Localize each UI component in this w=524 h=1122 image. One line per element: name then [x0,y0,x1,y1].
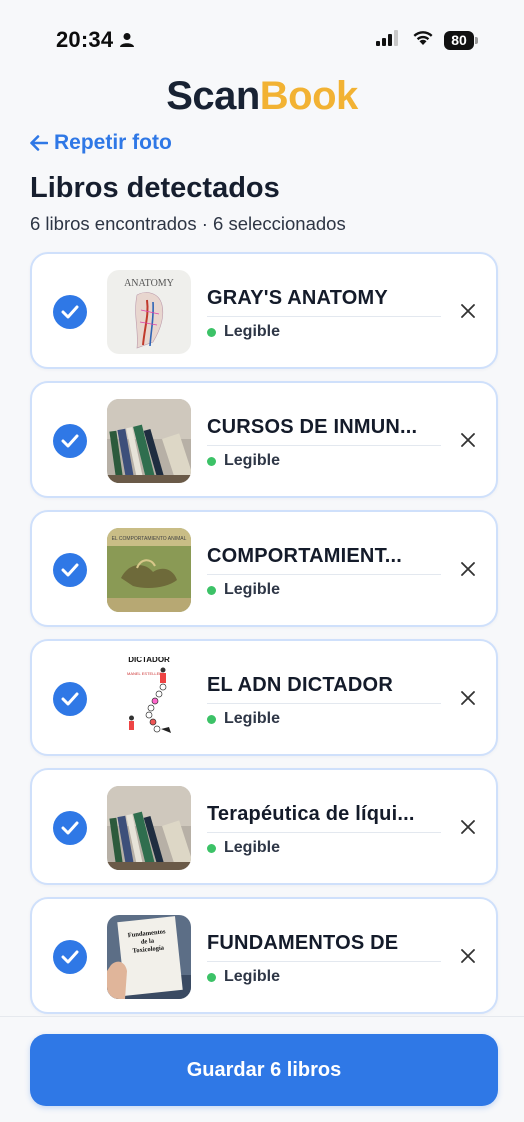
book-title: FUNDAMENTOS DE [207,932,441,962]
status-label: Legible [224,452,281,469]
svg-text:de la: de la [141,937,156,945]
check-icon [61,434,79,448]
check-icon [61,563,79,577]
book-cover-thumbnail: DICTADOR MANEL ESTELLER [107,657,191,741]
status-dot-icon [207,972,216,982]
checkbox-checked[interactable] [53,682,87,716]
svg-text:ANATOMY: ANATOMY [124,278,174,289]
battery-tip [475,36,478,44]
book-card[interactable]: CURSOS DE INMUN... Legible [30,381,498,498]
book-info: FUNDAMENTOS DE Legible [207,932,441,986]
check-icon [61,821,79,835]
book-info: CURSOS DE INMUN... Legible [207,416,441,470]
page-subtitle: 6 libros encontrados · 6 seleccionados [30,213,346,234]
remove-book-button[interactable] [458,688,478,708]
book-cover-thumbnail: Fundamentos de la Toxicología [107,915,191,999]
status-left: 20:34 [56,27,135,53]
book-cover-thumbnail [107,399,191,483]
status-dot-icon [207,327,216,337]
retake-photo-label: Repetir foto [54,131,172,154]
book-title: Terapéutica de líqui... [207,803,441,833]
remove-book-button[interactable] [458,301,478,321]
checkbox-checked[interactable] [53,295,87,329]
signal-icon [376,29,402,51]
book-list: ANATOMY GRAY'S ANATOMY Legible CURSOS DE… [30,252,498,1026]
book-info: COMPORTAMIENT... Legible [207,545,441,599]
book-title: EL ADN DICTADOR [207,674,441,704]
status-right: 80 [376,29,478,51]
checkbox-checked[interactable] [53,553,87,587]
check-icon [61,950,79,964]
logo-part-scan: Scan [166,74,260,118]
status-dot-icon [207,585,216,595]
battery-level: 80 [444,30,474,50]
book-title: COMPORTAMIENT... [207,545,441,575]
status-time: 20:34 [56,27,114,52]
status-badge: Legible [207,452,441,470]
check-icon [61,305,79,319]
book-title: GRAY'S ANATOMY [207,287,441,317]
close-icon [461,820,475,834]
svg-text:MANEL ESTELLER: MANEL ESTELLER [127,671,162,676]
book-cover-thumbnail: EL COMPORTAMIENTO ANIMAL [107,528,191,612]
status-label: Legible [224,968,281,985]
status-badge: Legible [207,581,441,599]
book-card[interactable]: EL COMPORTAMIENTO ANIMAL COMPORTAMIENT..… [30,510,498,627]
checkbox-checked[interactable] [53,424,87,458]
remove-book-button[interactable] [458,430,478,450]
book-card[interactable]: ANATOMY GRAY'S ANATOMY Legible [30,252,498,369]
wifi-icon [412,30,434,51]
book-card[interactable]: Fundamentos de la Toxicología FUNDAMENTO… [30,897,498,1014]
save-books-button[interactable]: Guardar 6 libros [30,1034,498,1106]
retake-photo-link[interactable]: Repetir foto [30,131,172,155]
book-info: GRAY'S ANATOMY Legible [207,287,441,341]
svg-text:EL COMPORTAMIENTO ANIMAL: EL COMPORTAMIENTO ANIMAL [112,536,187,542]
bottom-action-bar: Guardar 6 libros [0,1016,524,1122]
checkbox-checked[interactable] [53,811,87,845]
status-label: Legible [224,323,281,340]
remove-book-button[interactable] [458,946,478,966]
status-badge: Legible [207,839,441,857]
status-dot-icon [207,456,216,466]
page-title: Libros detectados [30,172,280,204]
arrow-left-icon [30,135,48,151]
status-bar: 20:34 80 [0,0,524,80]
close-icon [461,691,475,705]
checkbox-checked[interactable] [53,940,87,974]
status-badge: Legible [207,968,441,986]
status-label: Legible [224,839,281,856]
book-card[interactable]: Terapéutica de líqui... Legible [30,768,498,885]
remove-book-button[interactable] [458,817,478,837]
status-badge: Legible [207,710,441,728]
battery-icon: 80 [444,30,478,50]
status-badge: Legible [207,323,441,341]
book-info: Terapéutica de líqui... Legible [207,803,441,857]
screen: 20:34 80 ScanBook Repetir foto Libros de… [0,0,524,1122]
app-logo: ScanBook [0,74,524,119]
remove-book-button[interactable] [458,559,478,579]
status-dot-icon [207,714,216,724]
svg-text:DICTADOR: DICTADOR [128,657,170,664]
book-info: EL ADN DICTADOR Legible [207,674,441,728]
status-label: Legible [224,581,281,598]
close-icon [461,304,475,318]
book-cover-thumbnail [107,786,191,870]
status-label: Legible [224,710,281,727]
book-card[interactable]: DICTADOR MANEL ESTELLER EL ADN DICTADOR … [30,639,498,756]
book-title: CURSOS DE INMUN... [207,416,441,446]
book-cover-thumbnail: ANATOMY [107,270,191,354]
check-icon [61,692,79,706]
logo-part-book: Book [259,74,359,118]
close-icon [461,433,475,447]
close-icon [461,949,475,963]
person-icon [119,32,135,48]
close-icon [461,562,475,576]
status-dot-icon [207,843,216,853]
